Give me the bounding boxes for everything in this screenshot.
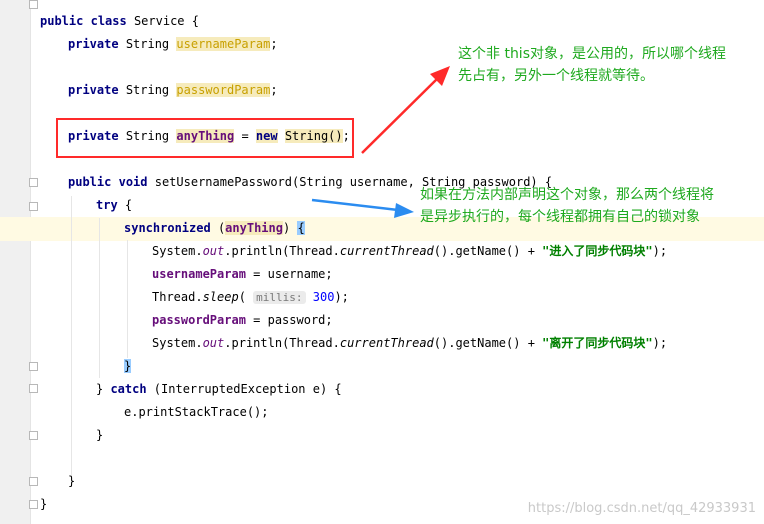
static-method: currentThread [339,244,434,258]
keyword: void [118,175,148,189]
code-line-class: public class Service { [40,12,199,30]
code-text: } [96,382,111,396]
code-line-println-enter: System.out.println(Thread.currentThread(… [152,242,667,260]
brace: } [40,497,48,511]
field-name: usernameParam [176,37,271,51]
code-line-stacktrace: e.printStackTrace(); [124,403,269,421]
keyword: private [68,37,119,51]
field-name: anyThing [225,221,283,235]
keyword: class [90,14,127,28]
field-name: passwordParam [176,83,271,97]
fold-marker-try[interactable] [29,202,38,211]
annotation-box [56,118,354,158]
code-text: ().getName() + [433,244,543,258]
static-field: out [202,336,225,350]
code-line-class-close: } [40,495,47,513]
code-line-synchronized: synchronized (anyThing) { [124,219,305,237]
keyword: synchronized [124,221,211,235]
static-method: sleep [202,290,239,304]
note-line: 这个非 this对象，是公用的，所以哪个线程 [458,46,726,62]
brace: } [124,359,132,373]
code-line-assign-username: usernameParam = username; [152,265,333,283]
fold-marker-method[interactable] [29,178,38,187]
code-text: .println(Thread. [224,244,340,258]
fold-marker-class-end[interactable] [29,500,38,509]
indent-guide [71,196,72,486]
code-line-method-close: } [68,472,75,490]
annotation-note-middle: 如果在方法内部声明这个对象，那么两个线程将 是异步执行的，每个线程都拥有自己的锁对… [420,184,714,228]
fold-marker-catch[interactable] [29,384,38,393]
brace: } [68,474,76,488]
type: String [125,83,170,97]
code-line-try: try { [96,196,132,214]
keyword: try [96,198,118,212]
paren: ) [282,221,291,235]
keyword: public [68,175,112,189]
code-text: = password; [245,313,333,327]
fold-marker-catch-end[interactable] [29,431,38,440]
code-text: (InterruptedException e) { [146,382,342,396]
red-arrow [361,66,450,154]
code-line-field-password: private String passwordParam; [68,81,278,99]
code-line-catch-close: } [96,426,103,444]
string-literal: "进入了同步代码块" [542,244,653,258]
code-line-sync-close: } [124,357,132,375]
code-text: Thread. [152,290,203,304]
static-field: out [202,244,225,258]
code-line-field-username: private String usernameParam; [68,35,278,53]
code-text: ); [652,336,668,350]
keyword: catch [110,382,147,396]
fold-marker[interactable] [29,0,38,9]
brace: { [297,221,305,235]
indent-guide [99,218,100,378]
code-text: e.printStackTrace(); [124,405,269,419]
indent-guide [127,240,128,358]
code-line-assign-password: passwordParam = password; [152,311,333,329]
brace: { [124,198,133,212]
brace: { [191,14,199,28]
code-line-sleep: Thread.sleep( millis: 300); [152,288,349,306]
watermark: https://blog.csdn.net/qq_42933931 [527,501,756,516]
fold-marker-method-end[interactable] [29,477,38,486]
field-name: passwordParam [152,313,246,327]
number-literal: 300 [312,290,335,304]
code-text: ( [238,290,246,304]
blue-arrow [311,198,414,218]
code-line-catch: } catch (InterruptedException e) { [96,380,342,398]
code-text: System. [152,336,203,350]
note-line: 如果在方法内部声明这个对象，那么两个线程将 [420,187,714,203]
fold-marker-sync-end[interactable] [29,362,38,371]
code-text: .println(Thread. [224,336,340,350]
brace: } [96,428,104,442]
semicolon: ; [270,83,278,97]
code-text: System. [152,244,203,258]
code-text: ().getName() + [433,336,543,350]
static-method: currentThread [339,336,434,350]
code-text: ); [652,244,668,258]
annotation-note-top: 这个非 this对象，是公用的，所以哪个线程 先占有，另外一个线程就等待。 [458,43,726,87]
editor-gutter [0,0,31,524]
keyword: private [68,83,119,97]
keyword: public [40,14,84,28]
note-line: 是异步执行的，每个线程都拥有自己的锁对象 [420,209,700,225]
code-text: = username; [245,267,333,281]
type: String [125,37,170,51]
string-literal: "离开了同步代码块" [542,336,653,350]
code-text: ); [334,290,349,304]
class-name: Service [133,14,185,28]
note-line: 先占有，另外一个线程就等待。 [458,68,654,84]
parameter-hint: millis: [253,291,306,304]
field-name: usernameParam [152,267,246,281]
code-line-println-leave: System.out.println(Thread.currentThread(… [152,334,667,352]
semicolon: ; [270,37,278,51]
